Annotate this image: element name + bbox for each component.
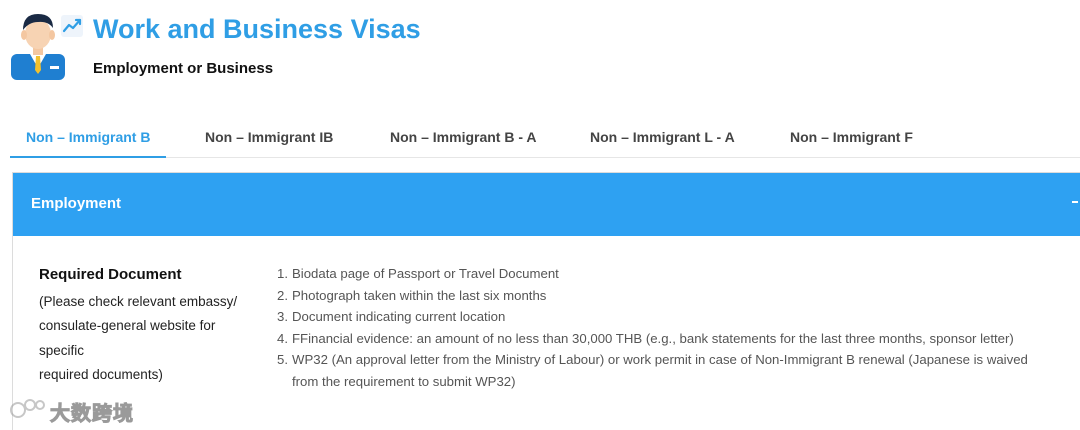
list-item-number: 4. bbox=[277, 330, 288, 346]
trend-chart-icon bbox=[61, 15, 83, 37]
list-item-number: 3. bbox=[277, 309, 288, 325]
list-item: 2. Photograph taken within the last six … bbox=[277, 285, 1080, 307]
tab-non-immigrant-ib[interactable]: Non – Immigrant IB bbox=[205, 118, 333, 158]
required-document-note: (Please check relevant embassy/ consulat… bbox=[39, 290, 254, 387]
required-note-line: specific bbox=[39, 342, 85, 358]
list-item-text: WP32 (An approval letter from the Minist… bbox=[292, 352, 1028, 368]
list-item-text: Biodata page of Passport or Travel Docum… bbox=[292, 266, 559, 281]
required-note-line: consulate-general website for bbox=[39, 318, 216, 334]
tab-non-immigrant-b[interactable]: Non – Immigrant B bbox=[10, 118, 167, 158]
tab-non-immigrant-l-a[interactable]: Non – Immigrant L - A bbox=[590, 118, 735, 158]
page-subtitle: Employment or Business bbox=[93, 60, 274, 77]
collapse-icon[interactable] bbox=[1072, 201, 1078, 203]
tab-non-immigrant-b-a[interactable]: Non – Immigrant B - A bbox=[390, 118, 537, 158]
employment-panel-header[interactable]: Employment bbox=[13, 173, 1080, 236]
required-documents-list: 1. Biodata page of Passport or Travel Do… bbox=[277, 263, 1080, 393]
list-item: 3. Document indicating current location bbox=[277, 306, 1080, 328]
list-item-number: 2. bbox=[277, 287, 288, 303]
required-note-line: required documents) bbox=[39, 366, 163, 382]
list-item: 1. Biodata page of Passport or Travel Do… bbox=[277, 263, 1080, 285]
visa-type-tabs: Non – Immigrant B Non – Immigrant IB Non… bbox=[10, 118, 1080, 158]
list-item-text: FFinancial evidence: an amount of no les… bbox=[292, 330, 1014, 346]
list-item: 4. FFinancial evidence: an amount of no … bbox=[277, 328, 1080, 350]
list-item-number: 1. bbox=[277, 266, 288, 281]
page-title: Work and Business Visas bbox=[93, 14, 421, 44]
list-item-text: Document indicating current location bbox=[292, 309, 506, 325]
required-document-label: Required Document bbox=[39, 266, 182, 283]
panel-title: Employment bbox=[31, 195, 122, 212]
list-item: 5. WP32 (An approval letter from the Min… bbox=[277, 349, 1080, 392]
list-item-text-continued: from the requirement to submit WP32) bbox=[292, 373, 516, 389]
required-note-line: (Please check relevant embassy/ bbox=[39, 294, 238, 309]
list-item-number: 5. bbox=[277, 352, 288, 368]
watermark-text: 大数跨境 bbox=[50, 403, 134, 426]
list-item-text: Photograph taken within the last six mon… bbox=[292, 287, 547, 303]
tab-non-immigrant-f[interactable]: Non – Immigrant F bbox=[790, 118, 913, 158]
page-header: Work and Business Visas Employment or Bu… bbox=[0, 0, 1080, 100]
watermark-logo-icon bbox=[10, 399, 45, 418]
